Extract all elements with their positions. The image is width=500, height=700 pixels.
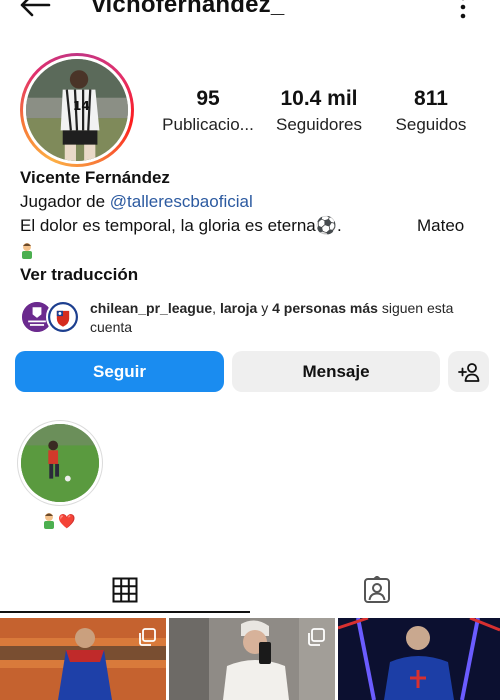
- profile-tabs: [0, 566, 500, 616]
- profile-avatar-story-ring[interactable]: 14: [20, 53, 134, 167]
- message-button[interactable]: Mensaje: [232, 351, 440, 392]
- bio-mention-link[interactable]: @tallerescbaoficial: [110, 192, 253, 211]
- soccer-ball-emoji: ⚽: [315, 216, 337, 235]
- followers-count: 10.4 mil: [280, 87, 358, 110]
- bio-quote-end: .: [336, 216, 342, 235]
- add-user-button[interactable]: [448, 351, 489, 392]
- bio-prefix: Jugador de: [20, 192, 110, 211]
- followed-more[interactable]: 4 personas más: [272, 300, 378, 316]
- stat-following[interactable]: 811 Seguidos: [388, 86, 474, 138]
- person-emoji-icon: [22, 242, 32, 259]
- followed-sep-1: ,: [212, 300, 220, 316]
- followed-account-1[interactable]: chilean_pr_league: [90, 300, 212, 316]
- highlight-label: ❤️: [42, 512, 75, 530]
- bio-line-3: El dolor es temporal, la gloria es etern…: [20, 214, 480, 238]
- avatar: 14: [26, 59, 128, 161]
- tab-tagged[interactable]: [252, 566, 500, 614]
- posts-count: 95: [196, 87, 220, 110]
- post-thumbnail[interactable]: [169, 618, 335, 700]
- svg-text:14: 14: [73, 99, 90, 113]
- active-tab-indicator: [0, 611, 250, 613]
- post-thumbnail[interactable]: [338, 618, 500, 700]
- stat-followers[interactable]: 10.4 mil Seguidores: [270, 86, 368, 138]
- back-arrow-icon[interactable]: [18, 0, 52, 18]
- story-highlight[interactable]: [17, 420, 103, 506]
- following-label: Seguidos: [395, 115, 467, 134]
- more-vertical-icon[interactable]: [455, 0, 471, 20]
- following-count: 811: [414, 87, 448, 110]
- follow-button[interactable]: Seguir: [15, 351, 224, 392]
- followers-label: Seguidores: [275, 115, 362, 134]
- see-translation-link[interactable]: Ver traducción: [20, 265, 138, 285]
- multiple-images-icon: [308, 628, 325, 646]
- tab-posts-grid[interactable]: [0, 566, 250, 614]
- bio-line-4: [20, 238, 480, 262]
- post-image: [338, 618, 500, 700]
- avatar-frame: 14: [23, 56, 131, 164]
- tagged-icon: [364, 576, 390, 603]
- stat-posts: 95 Publicacio...: [156, 86, 260, 138]
- profile-username: vichofernandez_: [92, 0, 285, 18]
- bio-quote: El dolor es temporal, la gloria es etern…: [20, 216, 316, 235]
- person-emoji-icon: [44, 513, 54, 529]
- posts-label: Publicacio...: [162, 115, 254, 134]
- multiple-images-icon: [139, 628, 156, 646]
- profile-bio: Vicente Fernández Jugador de @tallerescb…: [20, 166, 480, 262]
- followed-account-2[interactable]: laroja: [220, 300, 257, 316]
- grid-icon: [112, 577, 138, 603]
- followed-sep-2: y: [257, 300, 273, 316]
- posts-grid: [0, 618, 500, 700]
- bio-line-2: Jugador de @tallerescbaoficial: [20, 190, 480, 214]
- top-bar: vichofernandez_: [0, 0, 500, 22]
- add-user-icon: [457, 362, 479, 382]
- followed-by-text: chilean_pr_league, laroja y 4 personas m…: [90, 299, 490, 337]
- heart-emoji: ❤️: [58, 512, 76, 529]
- followed-by[interactable]: chilean_pr_league, laroja y 4 personas m…: [20, 298, 490, 338]
- post-thumbnail[interactable]: [0, 618, 166, 700]
- profile-display-name: Vicente Fernández: [20, 168, 170, 187]
- bio-mateo: Mateo: [417, 216, 465, 235]
- laroja-avatar: [46, 300, 80, 334]
- highlight-cover: [21, 424, 99, 502]
